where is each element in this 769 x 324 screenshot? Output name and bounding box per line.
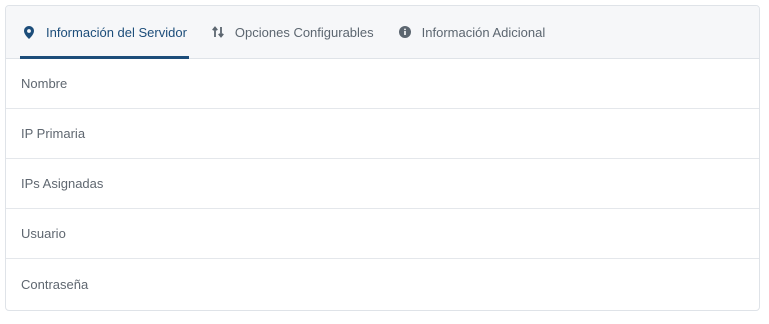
row-label: Contraseña [21,276,89,292]
tab-configurable-options[interactable]: Opciones Configurables [209,6,376,58]
row-label: Usuario [21,226,66,241]
sort-arrows-icon [211,25,225,39]
info-row-password: Contraseña [6,259,759,309]
tab-server-info[interactable]: Información del Servidor [20,6,189,59]
info-row-assigned-ips: IPs Asignadas [6,159,759,209]
info-row-name: Nombre [6,59,759,109]
info-circle-icon [398,25,412,39]
row-label: IPs Asignadas [21,176,104,191]
row-label: IP Primaria [21,126,86,141]
row-label: Nombre [21,76,68,91]
tab-additional-info[interactable]: Información Adicional [396,6,548,58]
info-row-primary-ip: IP Primaria [6,109,759,159]
info-row-username: Usuario [6,209,759,259]
map-marker-icon [22,25,36,39]
server-info-panel: Información del Servidor Opciones Config… [5,5,760,311]
tab-label: Información del Servidor [46,24,187,40]
server-info-list: Nombre IP Primaria IPs Asignadas Usuario… [6,59,759,309]
tab-label: Información Adicional [421,24,546,40]
tab-label: Opciones Configurables [234,24,374,40]
tab-bar: Información del Servidor Opciones Config… [6,6,759,59]
